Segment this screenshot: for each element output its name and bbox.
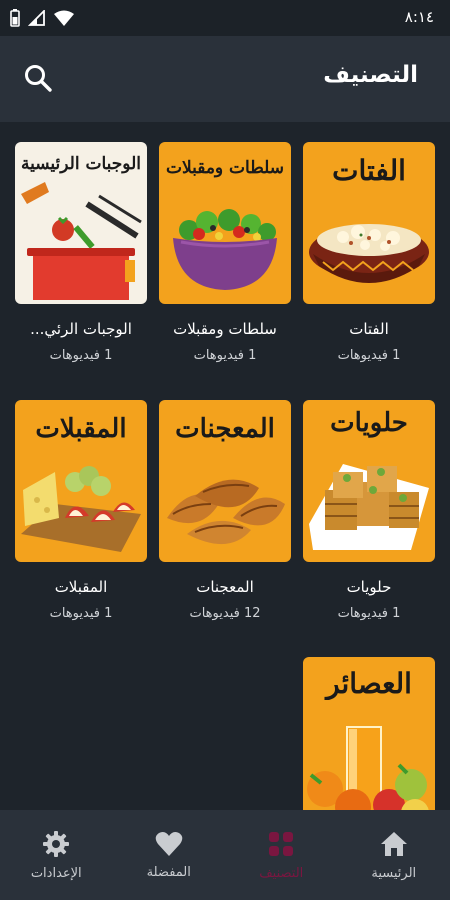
category-video-count: 1 فيديوهات xyxy=(337,348,401,363)
category-thumbnail: الوجبات الرئيسية xyxy=(15,142,147,304)
juice-glass-image xyxy=(307,726,429,812)
cooking-pot-image xyxy=(21,182,142,300)
category-video-count: 1 فيديوهات xyxy=(337,606,401,621)
search-icon[interactable] xyxy=(22,62,54,94)
fatteh-bowl-image xyxy=(309,224,429,283)
signal-icon xyxy=(28,10,45,26)
category-thumbnail: حلويات xyxy=(303,400,435,562)
page-title: التصنيف xyxy=(323,62,418,88)
category-card-juices[interactable]: العصائر xyxy=(303,657,435,812)
category-name: سلطات ومقبلات xyxy=(173,320,277,338)
status-time: ٨:١٤ xyxy=(404,8,434,26)
nav-item-categories[interactable]: التصنيف xyxy=(225,810,338,900)
nav-label: المفضلة xyxy=(146,864,191,880)
category-card-salads[interactable]: سلطات ومقبلات سلطات ومقبلات 1 فيديوهات xyxy=(159,142,291,363)
category-thumbnail: الفتات xyxy=(303,142,435,304)
salad-bowl-image xyxy=(173,209,277,290)
category-card-fattat[interactable]: الفتات الفتات 1 فيديوهات xyxy=(303,142,435,363)
category-name: المعجنات xyxy=(196,578,254,596)
category-thumbnail: المقبلات xyxy=(15,400,147,562)
category-card-appetizers[interactable]: المقبلات المقبلات 1 فيديوهات xyxy=(15,400,147,621)
category-video-count: 1 فيديوهات xyxy=(49,348,113,363)
status-bar: ٨:١٤ xyxy=(0,0,450,36)
nav-item-favorites[interactable]: المفضلة xyxy=(113,810,226,900)
battery-icon xyxy=(10,9,20,27)
category-name: الفتات xyxy=(349,320,389,338)
wifi-icon xyxy=(54,10,74,26)
category-video-count: 12 فيديوهات xyxy=(189,606,261,621)
category-grid: الفتات الفتات 1 فيديوهات سلطات ومقبلات س… xyxy=(0,122,450,812)
nav-label: الرئيسية xyxy=(371,865,417,881)
pastries-image xyxy=(167,479,285,545)
bottom-navigation: الإعدادات المفضلة التصنيف الرئيسية xyxy=(0,810,450,900)
nav-label: التصنيف xyxy=(259,865,304,881)
grid-icon xyxy=(269,831,294,856)
category-thumbnail: العصائر xyxy=(303,657,435,812)
category-card-sweets[interactable]: حلويات حلويات 1 فيديوهات xyxy=(303,400,435,621)
category-video-count: 1 فيديوهات xyxy=(49,606,113,621)
category-card-main-meals[interactable]: الوجبات الرئيسية الوجبات الرئي... 1 فيدي… xyxy=(15,142,147,363)
category-name: المقبلات xyxy=(54,578,108,596)
screen: ٨:١٤ التصنيف الفتات الفتات 1 فيديوهات سل… xyxy=(0,0,450,900)
app-bar: التصنيف xyxy=(0,36,450,122)
heart-icon xyxy=(155,831,183,856)
category-thumbnail: المعجنات xyxy=(159,400,291,562)
nav-label: الإعدادات xyxy=(30,865,82,881)
category-card-pastries[interactable]: المعجنات المعجنات 12 فيديوهات xyxy=(159,400,291,621)
gear-icon xyxy=(43,830,70,857)
status-icons xyxy=(10,9,74,27)
baklava-plate-image xyxy=(309,464,429,550)
category-video-count: 1 فيديوهات xyxy=(193,348,257,363)
category-thumbnail: سلطات ومقبلات xyxy=(159,142,291,304)
home-icon xyxy=(380,831,407,856)
nav-item-home[interactable]: الرئيسية xyxy=(338,810,450,900)
nav-item-settings[interactable]: الإعدادات xyxy=(0,810,113,900)
cheese-fruit-board-image xyxy=(21,466,141,552)
category-name: الوجبات الرئي... xyxy=(30,320,132,338)
category-name: حلويات xyxy=(346,578,392,596)
